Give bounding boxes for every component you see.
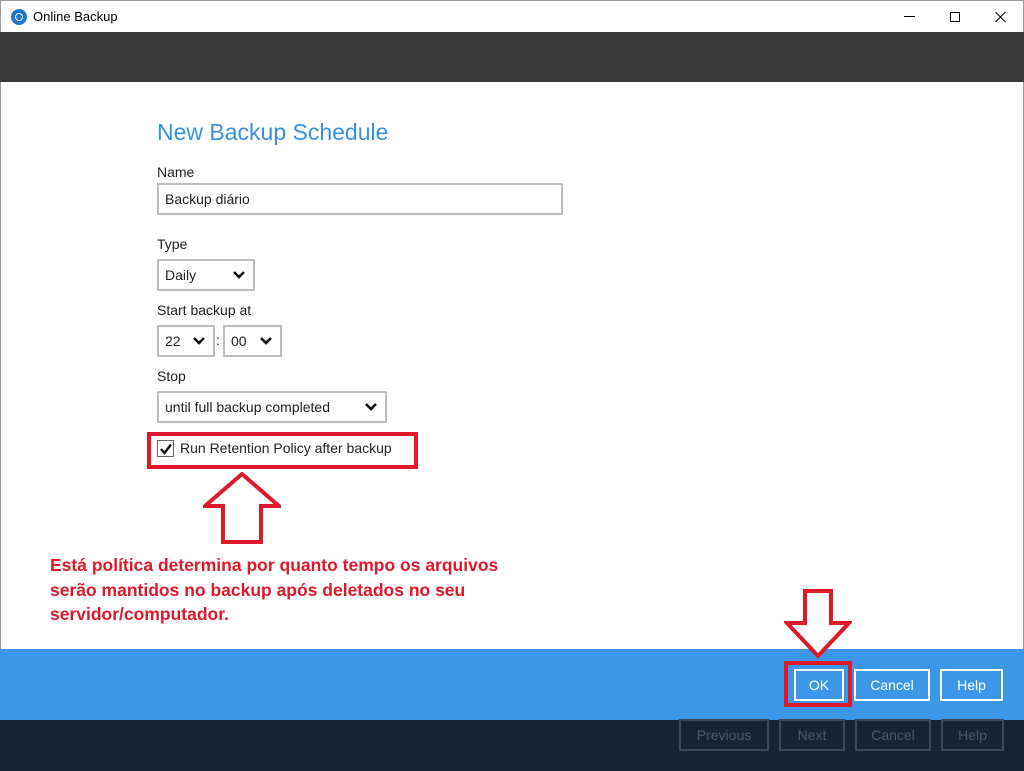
annotation-text: Está política determina por quanto tempo… [50, 555, 499, 624]
maximize-icon [950, 11, 960, 22]
chevron-down-icon [193, 337, 205, 345]
start-hour-value: 22 [165, 333, 181, 349]
close-icon [995, 11, 1007, 23]
wizard-cancel-button: Cancel [855, 719, 931, 751]
close-button[interactable] [978, 1, 1024, 32]
start-minute-select[interactable]: 00 [223, 325, 282, 357]
start-hour-select[interactable]: 22 [157, 325, 215, 357]
start-minute-value: 00 [231, 333, 247, 349]
wizard-next-button: Next [779, 719, 845, 751]
name-label: Name [157, 164, 195, 180]
maximize-button[interactable] [932, 1, 978, 32]
minimize-button[interactable] [886, 1, 932, 32]
type-label: Type [157, 236, 188, 252]
type-select[interactable]: Daily [157, 259, 255, 291]
name-input[interactable] [157, 183, 563, 215]
cancel-button[interactable]: Cancel [854, 669, 930, 701]
start-backup-label: Start backup at [157, 302, 252, 318]
stop-select[interactable]: until full backup completed [157, 391, 387, 423]
annotation-down-arrow-icon [784, 589, 852, 659]
stop-label: Stop [157, 368, 186, 384]
time-separator: : [216, 332, 220, 348]
page-title: New Backup Schedule [157, 119, 389, 145]
annotation-up-arrow-icon [203, 472, 281, 544]
window-title: Online Backup [33, 9, 118, 24]
chevron-down-icon [260, 337, 272, 345]
title-bar: Online Backup [0, 0, 1024, 32]
annotation-highlight-box [147, 432, 418, 469]
wizard-previous-button: Previous [679, 719, 769, 751]
help-button[interactable]: Help [940, 669, 1003, 701]
app-logo-icon [11, 9, 27, 25]
header-band [0, 32, 1024, 82]
wizard-help-button: Help [941, 719, 1004, 751]
chevron-down-icon [233, 271, 245, 279]
type-select-value: Daily [165, 267, 197, 283]
minimize-icon [903, 16, 915, 17]
chevron-down-icon [365, 403, 377, 411]
stop-select-value: until full backup completed [165, 399, 330, 415]
ok-button[interactable]: OK [794, 669, 844, 701]
